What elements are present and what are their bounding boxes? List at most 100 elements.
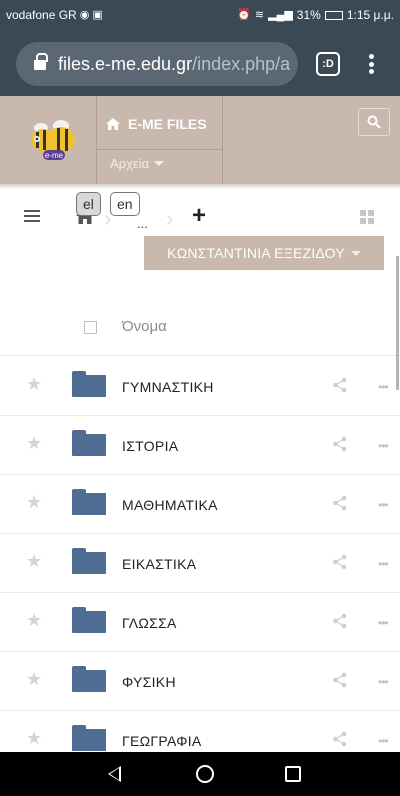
hamburger-line [24, 210, 40, 212]
favorite-star-icon[interactable]: ★ [26, 552, 42, 570]
file-name[interactable]: ΕΙΚΑΣΤΙΚΑ [122, 556, 196, 572]
favorite-star-icon[interactable]: ★ [26, 611, 42, 629]
user-name: ΚΩΝΣΤΑΝΤΙΝΙΑ ΕΞΕΖΙΔΟΥ [167, 245, 345, 261]
svg-text:e-me: e-me [44, 151, 63, 160]
folder-icon [72, 430, 106, 456]
eme-logo[interactable]: e-me [7, 96, 96, 184]
favorite-star-icon[interactable]: ★ [26, 729, 42, 747]
file-name[interactable]: ΙΣΤΟΡΙΑ [122, 438, 178, 454]
favorite-star-icon[interactable]: ★ [26, 434, 42, 452]
android-nav-bar [0, 752, 400, 796]
share-icon[interactable] [332, 495, 348, 516]
lock-icon [34, 52, 48, 71]
file-name[interactable]: ΜΑΘΗΜΑΤΙΚΑ [122, 497, 218, 513]
favorite-star-icon[interactable]: ★ [26, 375, 42, 393]
battery-icon [324, 10, 343, 20]
more-actions-icon[interactable]: ••• [378, 558, 389, 570]
url-host: files.e-me.edu.gr [58, 53, 193, 74]
site-header: e-me E-ME FILES Αρχεία [0, 96, 400, 184]
grid-cell [360, 218, 366, 224]
more-actions-icon[interactable]: ••• [378, 735, 389, 747]
table-row[interactable]: ★ ΕΙΚΑΣΤΙΚΑ ••• [0, 534, 400, 593]
breadcrumb-separator: › [166, 206, 174, 231]
browser-menu-button[interactable] [364, 52, 378, 76]
status-right: ⏰ ≋ ▂▄▆ 31% 1:15 μ.μ. [237, 8, 394, 22]
signal-icon: ▂▄▆ [268, 9, 293, 21]
file-name[interactable]: ΦΥΣΙΚΗ [122, 674, 176, 690]
carrier-label: vodafone GR [6, 8, 77, 22]
header-shadow [0, 184, 400, 189]
header-divider-horizontal [96, 149, 222, 150]
grid-cell [368, 210, 374, 216]
share-icon[interactable] [332, 672, 348, 693]
select-all-checkbox[interactable] [84, 321, 97, 334]
table-row[interactable]: ★ ΙΣΤΟΡΙΑ ••• [0, 416, 400, 475]
add-new-button[interactable]: + [192, 204, 206, 228]
share-icon[interactable] [332, 731, 348, 752]
user-menu-button[interactable]: ΚΩΝΣΤΑΝΤΙΝΙΑ ΕΞΕΖΙΔΟΥ [144, 236, 384, 270]
share-icon[interactable] [332, 436, 348, 457]
folder-icon [72, 489, 106, 515]
more-actions-icon[interactable]: ••• [378, 381, 389, 393]
more-actions-icon[interactable]: ••• [378, 617, 389, 629]
battery-percent: 31% [296, 8, 321, 22]
home-circle-icon[interactable] [196, 765, 214, 783]
grid-cell [360, 210, 366, 216]
folder-icon [72, 371, 106, 397]
scrollbar[interactable] [396, 256, 399, 390]
favorite-star-icon[interactable]: ★ [26, 493, 42, 511]
more-actions-icon[interactable]: ••• [378, 440, 389, 452]
recent-apps-icon[interactable] [285, 766, 301, 782]
app-title-link[interactable]: E-ME FILES [106, 116, 207, 132]
dot-icon [368, 61, 374, 67]
share-icon[interactable] [332, 377, 348, 398]
table-row[interactable]: ★ ΓΛΩΣΣΑ ••• [0, 593, 400, 652]
dot-icon [368, 69, 374, 74]
app-title: E-ME FILES [128, 116, 207, 132]
favorite-star-icon[interactable]: ★ [26, 670, 42, 688]
status-bar: vodafone GR ◉ ▣ ⏰ ≋ ▂▄▆ 31% 1:15 μ.μ. [0, 0, 400, 30]
back-icon[interactable] [108, 766, 121, 782]
chevron-down-icon [350, 250, 361, 256]
file-name[interactable]: ΓΕΩΓΡΑΦΙΑ [122, 733, 202, 749]
bees-logo-icon: e-me [30, 120, 75, 160]
folder-icon [72, 607, 106, 633]
file-list-header: Όνομα [0, 300, 400, 356]
file-name[interactable]: ΓΛΩΣΣΑ [122, 615, 177, 631]
files-menu[interactable]: Αρχεία [110, 156, 165, 171]
wifi-icon: ≋ [254, 9, 265, 21]
table-row[interactable]: ★ ΜΑΘΗΜΑΤΙΚΑ ••• [0, 475, 400, 534]
breadcrumb-more[interactable]: ... [137, 216, 148, 231]
files-menu-label: Αρχεία [110, 156, 150, 171]
hamburger-line [24, 220, 40, 222]
table-row[interactable]: ★ ΓΥΜΝΑΣΤΙΚΗ ••• [0, 357, 400, 416]
url-bar[interactable]: files.e-me.edu.gr/index.php/a [16, 42, 298, 86]
folder-icon [72, 548, 106, 574]
table-row[interactable]: ★ ΦΥΣΙΚΗ ••• [0, 652, 400, 711]
alarm-icon: ⏰ [237, 9, 251, 21]
url-path: /index.php/a [192, 53, 291, 74]
clock: 1:15 μ.μ. [346, 8, 394, 22]
hamburger-line [24, 215, 40, 217]
search-button[interactable] [358, 108, 390, 136]
folder-icon [72, 666, 106, 692]
dot-icon [368, 54, 374, 59]
more-actions-icon[interactable]: ••• [378, 676, 389, 688]
lang-el-button[interactable]: el [76, 192, 101, 216]
grid-cell [368, 218, 374, 224]
home-icon [106, 118, 120, 130]
sidebar-toggle-button[interactable] [24, 210, 40, 222]
chevron-down-icon [154, 161, 165, 166]
header-divider [96, 96, 97, 184]
search-icon [367, 115, 381, 129]
file-name[interactable]: ΓΥΜΝΑΣΤΙΚΗ [122, 379, 214, 395]
share-icon[interactable] [332, 554, 348, 575]
tabs-button[interactable]: :D [316, 52, 340, 76]
lang-en-button[interactable]: en [110, 192, 140, 216]
grid-view-icon[interactable] [360, 210, 374, 224]
messenger-icon: ◉ [79, 9, 90, 21]
column-name-header[interactable]: Όνομα [122, 318, 167, 335]
status-left: vodafone GR ◉ ▣ [6, 8, 103, 22]
share-icon[interactable] [332, 613, 348, 634]
more-actions-icon[interactable]: ••• [378, 499, 389, 511]
